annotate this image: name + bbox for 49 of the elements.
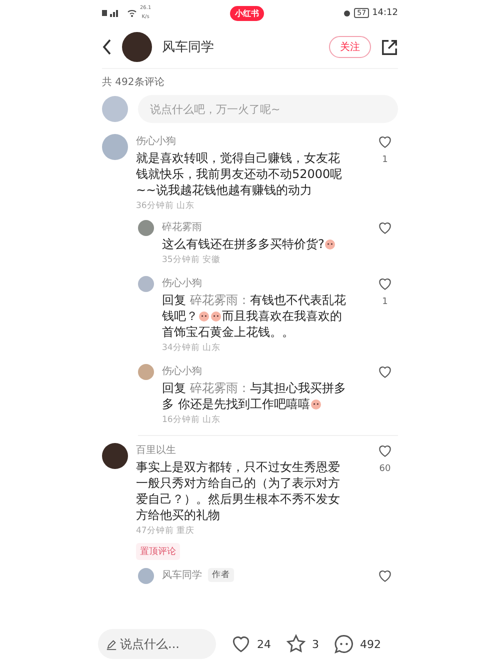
comment-count: 共 492条评论 xyxy=(102,76,166,90)
like-count: 60 xyxy=(379,465,391,474)
user-name[interactable]: 碎花雾雨 xyxy=(162,220,202,234)
heart-icon[interactable] xyxy=(377,568,393,584)
comment-text: 事实上是双方都转，只不过女生秀恩爱一般只秀对方给自己的（为了表示对方爱自己？）。然后男生根本不秀不发女方给他买的礼物 xyxy=(136,459,341,523)
user-name[interactable]: 伤心小狗 xyxy=(162,364,202,378)
comment-meta: 35分钟前 安徽 xyxy=(162,254,222,266)
like-count: 1 xyxy=(382,156,388,165)
comment-meta: 16分钟前 山东 xyxy=(162,414,222,426)
star-count: 3 xyxy=(312,638,319,650)
author-avatar[interactable] xyxy=(122,32,152,62)
back-icon[interactable] xyxy=(102,39,112,55)
follow-button[interactable]: 关注 xyxy=(329,36,371,58)
user-name[interactable]: 风车同学 xyxy=(162,568,202,582)
heart-icon[interactable] xyxy=(377,276,393,292)
pinned-tag: 置顶评论 xyxy=(136,543,180,560)
author-name[interactable]: 风车同学 xyxy=(162,38,319,56)
comment-meta: 47分钟前 重庆 xyxy=(136,525,196,537)
comment-meta: 34分钟前 山东 xyxy=(162,342,222,354)
wifi-icon xyxy=(127,9,137,17)
comment-text: 回复 碎花雾雨：与其担心我买拼多多 你还是先找到工作吧嘻嘻 xyxy=(162,380,347,412)
user-name[interactable]: 伤心小狗 xyxy=(136,134,176,148)
emoji-icon xyxy=(198,310,210,322)
chat-bubble-icon[interactable] xyxy=(333,633,355,655)
comment-text: 这么有钱还在拼多多买特价货? xyxy=(162,236,350,252)
comment-input[interactable]: 说点什么吧，万一火了呢~ xyxy=(138,95,398,123)
user-avatar[interactable] xyxy=(102,443,128,469)
comment-total: 492 xyxy=(360,638,381,650)
heart-icon[interactable] xyxy=(377,220,393,236)
heart-icon[interactable] xyxy=(377,443,393,459)
user-name[interactable]: 伤心小狗 xyxy=(162,276,202,290)
app-badge: 小红书 xyxy=(230,6,264,20)
clock-time: 14:12 xyxy=(372,8,398,18)
like-count: 24 xyxy=(257,638,271,650)
heart-icon[interactable] xyxy=(377,134,393,150)
emoji-icon xyxy=(310,398,322,410)
comment-input[interactable]: 说点什么... xyxy=(98,629,216,659)
like-count: 1 xyxy=(382,298,388,307)
star-icon[interactable] xyxy=(285,633,307,655)
author-tag: 作者 xyxy=(208,568,234,582)
user-name[interactable]: 百里以生 xyxy=(136,443,176,457)
comment-text: 回复 碎花雾雨：有钱也不代表乱花钱吧？ 而且我喜欢在我喜欢的首饰宝石黄金上花钱。。 xyxy=(162,292,347,340)
heart-icon[interactable] xyxy=(377,364,393,380)
pencil-icon xyxy=(106,638,117,650)
comment-text: 就是喜欢转呗，觉得自己赚钱，女友花钱就快乐，我前男友还动不动52000呢~~说我越花钱他越有赚钱的动力 xyxy=(136,150,344,198)
share-icon[interactable] xyxy=(381,38,398,56)
emoji-icon xyxy=(324,238,336,250)
comment-meta: 36分钟前 山东 xyxy=(136,200,196,212)
emoji-icon xyxy=(210,310,222,322)
